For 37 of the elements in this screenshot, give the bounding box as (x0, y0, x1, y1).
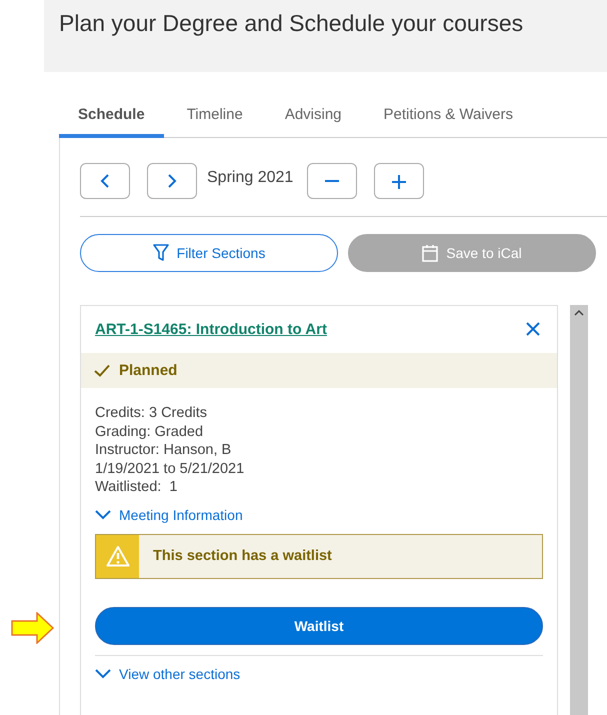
detail-text: Waitlisted: 1 (95, 478, 178, 497)
plus-icon (391, 173, 408, 189)
filter-button[interactable]: Filter Sections (80, 234, 338, 272)
tab[interactable]: Schedule (59, 98, 164, 138)
close-icon (526, 322, 540, 336)
tab[interactable]: Petitions & Waivers (364, 98, 532, 138)
chevron-left-icon (99, 173, 111, 189)
page-title: Plan your Degree and Schedule your courses (58, 9, 524, 37)
chevron-down-icon (95, 510, 111, 520)
close-button[interactable] (524, 320, 542, 338)
detail-text: 1/19/2021 to 5/21/2021 (95, 460, 246, 478)
status-label: Planned (119, 362, 178, 379)
tab[interactable]: Advising (266, 98, 361, 138)
pointer-arrow-drawing (11, 612, 55, 644)
filter-icon (152, 244, 169, 262)
previous-button[interactable] (80, 163, 130, 199)
scroll-up-icon[interactable] (574, 309, 584, 317)
minus-icon (325, 180, 340, 182)
detail-text: Credits: 3 Credits (95, 404, 208, 423)
scrollbar[interactable] (570, 305, 588, 715)
course-link[interactable]: ART-1-S1465: Introduction to Art (95, 320, 327, 338)
calendar-icon (422, 244, 438, 262)
term-label: Spring 2021 (207, 169, 294, 188)
add-term-button[interactable] (374, 163, 424, 199)
check-icon (94, 364, 110, 377)
meeting-info-toggle[interactable]: Meeting Information (95, 506, 243, 523)
other-sections-toggle[interactable]: View other sections (95, 666, 240, 682)
detail-text: Instructor: Hanson, B (95, 441, 232, 460)
warning-icon (106, 545, 130, 568)
alert-text: This section has a waitlist (153, 548, 332, 564)
chevron-right-icon (166, 173, 178, 189)
tab[interactable]: Timeline (168, 98, 262, 138)
remove-term-button[interactable] (307, 163, 358, 199)
next-button[interactable] (147, 163, 197, 199)
chevron-down-icon (95, 668, 111, 679)
detail-text: Grading: Graded (95, 422, 204, 442)
waitlist-button[interactable]: Waitlist (95, 606, 543, 645)
